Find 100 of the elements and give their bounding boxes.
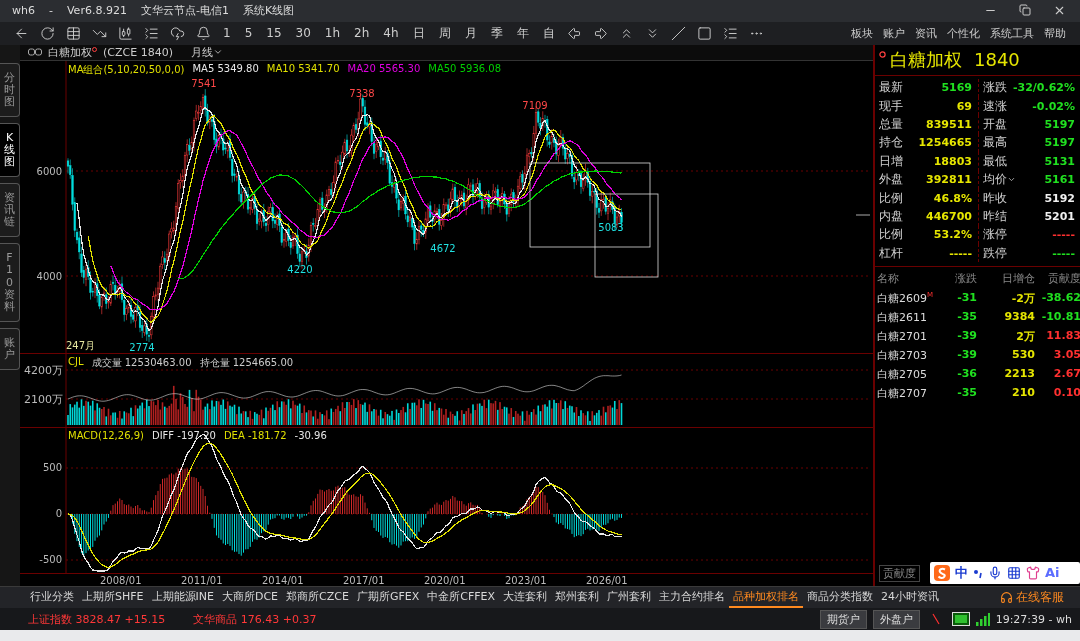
market-tab[interactable]: 郑州套利 [551,586,604,608]
extreme-price-label: 7338 [349,87,375,99]
side-tab[interactable]: 分时图 [0,62,20,117]
link-icon[interactable] [28,48,42,57]
table-cell-text: -36 [956,367,977,383]
right-arrow-icon[interactable] [592,25,609,42]
period-button[interactable]: 2h [349,26,375,41]
contract-name[interactable]: 白糖2703 [877,348,943,366]
table-cell-text: 2213 [1003,367,1035,383]
table-icon[interactable] [65,25,81,42]
period-button[interactable]: 日 [407,24,430,42]
menu-item[interactable]: 资讯 [915,25,937,41]
market-tab[interactable]: 主力合约排名 [655,586,730,608]
left-arrow-icon[interactable] [566,25,583,42]
selection-rectangle[interactable] [594,193,659,277]
market-tab[interactable]: 24小时资讯 [877,586,944,608]
column-header[interactable]: 名称 [877,271,943,290]
list-icon[interactable] [722,25,739,42]
restore-icon[interactable] [1019,4,1031,17]
market-tab[interactable]: 大商所DCE [217,586,283,608]
menu-item[interactable]: 帮助 [1044,25,1066,41]
input-mode-toggle[interactable]: 中 [955,563,968,582]
bell-icon[interactable] [195,25,211,42]
ma-value: MA50 5936.08 [428,62,501,76]
contract-name[interactable]: 白糖2611 [877,310,943,328]
quote-value: 46.8% [933,191,972,205]
keyboard-icon[interactable] [1007,565,1021,580]
market-tab[interactable]: 广州套利 [603,586,656,608]
period-button[interactable]: 5 [239,26,258,41]
market-tab[interactable]: 中金所CFFEX [423,586,500,608]
quote-value: 5131 [1044,154,1075,168]
ma-legend[interactable]: MA组合(5,10,20,50,0,0) [68,62,185,77]
symbol-name: 白糖加权 [48,44,92,60]
period-button[interactable]: 4h [378,26,404,41]
contract-name[interactable]: 白糖2705 [877,367,943,385]
quote-label: 杠杆 [879,244,903,262]
refresh-icon[interactable] [39,25,55,42]
quote-label: 昨结 [983,207,1007,225]
menu-item[interactable]: 个性化 [947,25,980,41]
line-tool-icon[interactable] [670,25,687,42]
indicator-selector[interactable]: MACD(12,26,9) [68,429,144,441]
contract-name[interactable]: 白糖2701 [877,329,943,347]
period-button[interactable]: 15 [261,26,287,41]
candlestick-icon[interactable] [117,25,133,42]
period-selector[interactable]: 月线 [190,44,213,60]
selection-rectangle[interactable] [529,162,651,247]
ai-button[interactable]: Ai [1045,565,1060,581]
side-tab[interactable]: 资讯链 [0,183,20,238]
market-tab[interactable]: 郑商所CZCE [282,586,353,608]
indicator-selector[interactable]: CJL [68,355,84,370]
account-button[interactable]: 期货户 [819,609,867,629]
column-header[interactable]: 涨跌 [943,271,977,290]
table-cell-text: 11.83 [1045,329,1080,345]
account-button[interactable]: 外盘户 [872,609,920,629]
quote-value: 5161 [1044,173,1075,187]
rectangle-tool-icon[interactable] [696,25,713,42]
side-tab[interactable]: K线图 [0,122,20,178]
volume-value: 持仓量 1254665.00 [199,355,294,370]
market-tab[interactable]: 大连套利 [499,586,552,608]
panel-tab[interactable]: 贡献度 [879,564,920,582]
axis-label: 4200万 [24,363,63,377]
menu-item[interactable]: 系统工具 [990,25,1034,41]
microphone-icon[interactable] [988,565,1002,580]
market-tab[interactable]: 商品分类指数 [803,586,878,608]
period-button[interactable]: 1 [218,26,236,41]
menu-item[interactable]: 板块 [851,25,873,41]
side-tab[interactable]: 账户 [0,327,20,371]
back-icon[interactable] [13,25,29,42]
status-circle-icon [92,47,97,53]
period-button[interactable]: 周 [433,24,456,42]
quote-label: 现手 [879,97,903,115]
market-tab[interactable]: 广期所GFEX [352,586,424,608]
period-button[interactable]: 自 [537,24,560,42]
bar-count-label: 247月 [66,339,96,351]
period-button[interactable]: 1h [319,26,346,41]
menu-item[interactable]: 账户 [883,25,905,41]
volume-value: 成交量 12530463.00 [91,355,192,370]
table-cell-text: -2万 [1010,291,1035,308]
contract-name[interactable]: 白糖2707 [877,386,943,404]
contract-name[interactable]: 白糖2609$^{M}$ [877,291,943,309]
period-button[interactable]: 月 [459,24,482,42]
quote-value: 446700 [926,209,972,223]
cloud-lightning-icon[interactable] [169,25,185,42]
period-button[interactable]: 季 [485,24,508,42]
column-header[interactable]: 日增仓 [977,271,1035,290]
symbol-code: (CZCE 1840) [103,45,173,59]
column-header[interactable]: 贡献度 [1035,271,1080,290]
instrument-code: 1840 [974,49,1020,71]
table-cell-text: 2万 [1015,329,1035,346]
skin-icon[interactable] [1026,565,1040,580]
market-tab[interactable]: 上期能源INE [147,586,218,608]
side-tab[interactable]: F10资料 [0,243,20,322]
online-service-button[interactable]: 在线客服 [994,587,1070,607]
quote-value: 5192 [1044,191,1075,205]
period-button[interactable]: 年 [511,24,534,42]
extreme-price-label: 4672 [430,242,456,254]
market-tab[interactable]: 行业分类 [26,586,78,608]
market-tab[interactable]: 上期所SHFE [78,586,148,608]
ime-logo-icon[interactable] [934,564,950,581]
period-button[interactable]: 30 [290,26,316,41]
